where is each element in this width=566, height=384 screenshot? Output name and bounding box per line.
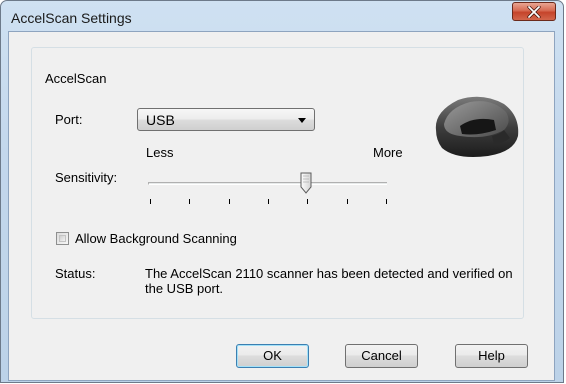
- port-label: Port:: [55, 112, 83, 127]
- close-button[interactable]: [512, 2, 556, 21]
- port-dropdown[interactable]: USB: [137, 108, 315, 131]
- window-title: AccelScan Settings: [11, 10, 132, 26]
- slider-tick: [307, 199, 308, 204]
- groupbox-label: AccelScan: [42, 71, 110, 87]
- sensitivity-more-label: More: [373, 145, 403, 160]
- status-label: Status:: [55, 266, 96, 281]
- sensitivity-slider-thumb[interactable]: [300, 172, 312, 194]
- allow-background-scanning-label[interactable]: Allow Background Scanning: [75, 231, 237, 247]
- slider-tick: [268, 199, 269, 204]
- status-message: The AccelScan 2110 scanner has been dete…: [145, 266, 513, 296]
- scanner-device-image: [435, 96, 519, 157]
- title-bar[interactable]: AccelScan Settings: [1, 1, 563, 33]
- help-button[interactable]: Help: [455, 344, 528, 368]
- sensitivity-label: Sensitivity:: [55, 170, 118, 185]
- slider-tick: [189, 199, 190, 204]
- sensitivity-slider-track[interactable]: [148, 182, 387, 185]
- sensitivity-less-label: Less: [146, 145, 174, 160]
- allow-background-scanning-checkbox[interactable]: [56, 232, 69, 245]
- port-dropdown-value: USB: [146, 112, 175, 128]
- slider-tick: [386, 199, 387, 204]
- slider-tick: [150, 199, 151, 204]
- cancel-button[interactable]: Cancel: [345, 344, 418, 368]
- chevron-down-icon: [298, 118, 306, 123]
- close-icon: [527, 6, 541, 18]
- slider-tick: [229, 199, 230, 204]
- slider-tick: [347, 199, 348, 204]
- ok-button[interactable]: OK: [236, 344, 309, 368]
